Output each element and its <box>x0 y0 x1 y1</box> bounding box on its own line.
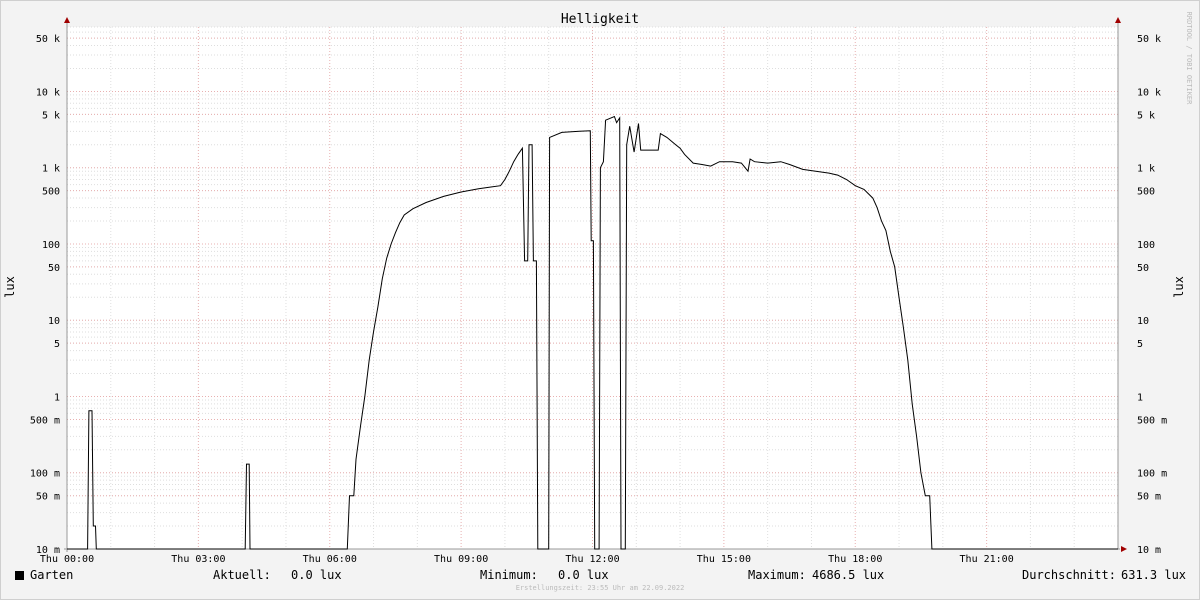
x-tick-label: Thu 06:00 <box>303 554 357 565</box>
y-tick-label-right: 10 k <box>1137 87 1161 98</box>
legend-maximum-label: Maximum: <box>748 568 806 582</box>
y-axis-label-left: lux <box>3 276 17 298</box>
x-tick-label: Thu 09:00 <box>434 554 488 565</box>
y-tick-label-left: 50 k <box>36 34 60 45</box>
x-tick-labels: Thu 00:00 Thu 03:00 Thu 06:00 Thu 09:00 Thu … <box>40 554 1014 565</box>
y-tick-label-right: 50 m <box>1137 492 1161 503</box>
x-tick-label: Thu 00:00 <box>40 554 94 565</box>
y-tick-label-right: 5 k <box>1137 110 1155 121</box>
x-axis-arrow <box>1121 546 1127 552</box>
y-tick-label-right: 50 <box>1137 263 1149 274</box>
y-tick-label-left: 5 <box>54 339 60 350</box>
chart-title: Helligkeit <box>561 12 639 27</box>
y-tick-label-right: 500 <box>1137 187 1155 198</box>
legend-row: Garten Aktuell: 0.0 lux Minimum: 0.0 lux… <box>0 565 1200 585</box>
y-tick-label-left: 50 <box>48 263 60 274</box>
y-tick-label-left: 1 <box>54 392 60 403</box>
rrdtool-branding: RRDTOOL / TOBI OETIKER <box>1185 12 1193 106</box>
y-tick-label-left: 10 k <box>36 87 60 98</box>
y-tick-label-right: 1 <box>1137 392 1143 403</box>
y-tick-label-right: 10 <box>1137 316 1149 327</box>
y-tick-label-left: 10 <box>48 316 60 327</box>
legend-durchschnitt-label: Durchschnitt: <box>1022 568 1116 582</box>
y-tick-label-left: 500 <box>42 187 60 198</box>
x-tick-label: Thu 12:00 <box>565 554 619 565</box>
x-tick-label: Thu 03:00 <box>171 554 225 565</box>
y-tick-label-right: 10 m <box>1137 545 1161 556</box>
legend-series-name: Garten <box>30 568 74 582</box>
y-axis-arrow-right <box>1115 17 1121 23</box>
legend-maximum-value: 4686.5 lux <box>812 568 885 582</box>
y-axis-label-right: lux <box>1172 276 1186 298</box>
legend-minimum-value: 0.0 lux <box>558 568 609 582</box>
footer-timestamp: Erstellungszeit: 23:55 Uhr am 22.09.2022 <box>515 584 685 592</box>
legend-durchschnitt-value: 631.3 lux <box>1121 568 1187 582</box>
y-tick-label-left: 50 m <box>36 492 60 503</box>
y-tick-labels-right: 50 k 10 k 5 k 1 k 500 100 50 10 5 1 500 m 100 m 50 m… <box>1137 34 1167 556</box>
y-tick-label-right: 100 <box>1137 240 1155 251</box>
x-tick-label: Thu 18:00 <box>828 554 882 565</box>
y-tick-label-left: 5 k <box>42 110 60 121</box>
x-tick-label: Thu 15:00 <box>697 554 751 565</box>
y-tick-label-left: 100 m <box>30 469 60 480</box>
y-tick-label-right: 50 k <box>1137 34 1161 45</box>
y-tick-label-right: 5 <box>1137 339 1143 350</box>
y-axis-arrow-left <box>64 17 70 23</box>
y-tick-label-left: 100 <box>42 240 60 251</box>
y-tick-label-right: 500 m <box>1137 415 1167 426</box>
y-tick-label-right: 1 k <box>1137 164 1155 175</box>
y-tick-labels-left: 50 k 10 k 5 k 1 k 500 100 50 10 5 1 500 m 100 m 50 m… <box>30 34 60 556</box>
y-tick-label-left: 1 k <box>42 164 60 175</box>
chart: 50 k 10 k 5 k 1 k 500 100 50 10 5 1 500 m 100 m 50 m… <box>0 0 1200 600</box>
graph-page: 50 k 10 k 5 k 1 k 500 100 50 10 5 1 500 m 100 m 50 m… <box>0 0 1200 600</box>
y-tick-label-left: 500 m <box>30 415 60 426</box>
y-tick-label-right: 100 m <box>1137 469 1167 480</box>
legend-aktuell-value: 0.0 lux <box>291 568 342 582</box>
legend-swatch <box>15 571 24 580</box>
legend-aktuell-label: Aktuell: <box>213 568 271 582</box>
legend-minimum-label: Minimum: <box>480 568 538 582</box>
legend-series: Garten <box>15 565 73 585</box>
x-tick-label: Thu 21:00 <box>960 554 1014 565</box>
